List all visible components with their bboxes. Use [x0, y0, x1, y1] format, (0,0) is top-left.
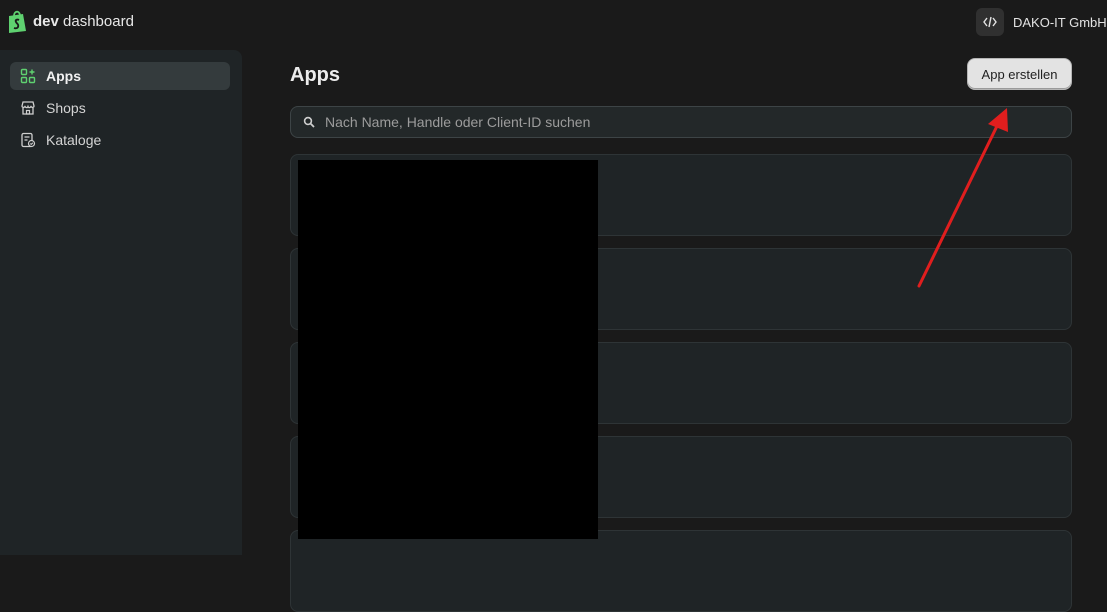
app-card[interactable]: [290, 530, 1072, 612]
search-bar[interactable]: [290, 106, 1072, 138]
page-title: Apps: [290, 64, 340, 86]
create-app-button[interactable]: App erstellen: [967, 58, 1072, 90]
sidebar-item-kataloge[interactable]: Kataloge: [10, 126, 230, 154]
code-icon: [976, 8, 1004, 36]
app-brand[interactable]: dev dashboard: [33, 13, 134, 30]
top-bar: dev dashboard DAKO-IT GmbH: [0, 0, 1107, 44]
brand-dashboard: dashboard: [58, 13, 134, 30]
organization-name: DAKO-IT GmbH: [1013, 14, 1107, 30]
shopify-bag-icon[interactable]: [6, 10, 28, 34]
sidebar: Apps Shops Kataloge: [0, 50, 242, 555]
search-icon: [303, 116, 315, 128]
sidebar-item-label: Shops: [46, 100, 86, 116]
sidebar-item-label: Kataloge: [46, 132, 102, 148]
sidebar-item-label: Apps: [46, 68, 81, 84]
sidebar-item-shops[interactable]: Shops: [10, 94, 230, 122]
apps-grid-icon: [20, 68, 36, 84]
catalog-icon: [20, 132, 36, 148]
brand-dev: dev: [33, 13, 59, 30]
sidebar-item-apps[interactable]: Apps: [10, 62, 230, 90]
redaction-block: [298, 160, 598, 539]
store-icon: [20, 100, 36, 116]
search-input[interactable]: [325, 114, 1071, 130]
organization-switcher[interactable]: DAKO-IT GmbH: [976, 8, 1107, 36]
